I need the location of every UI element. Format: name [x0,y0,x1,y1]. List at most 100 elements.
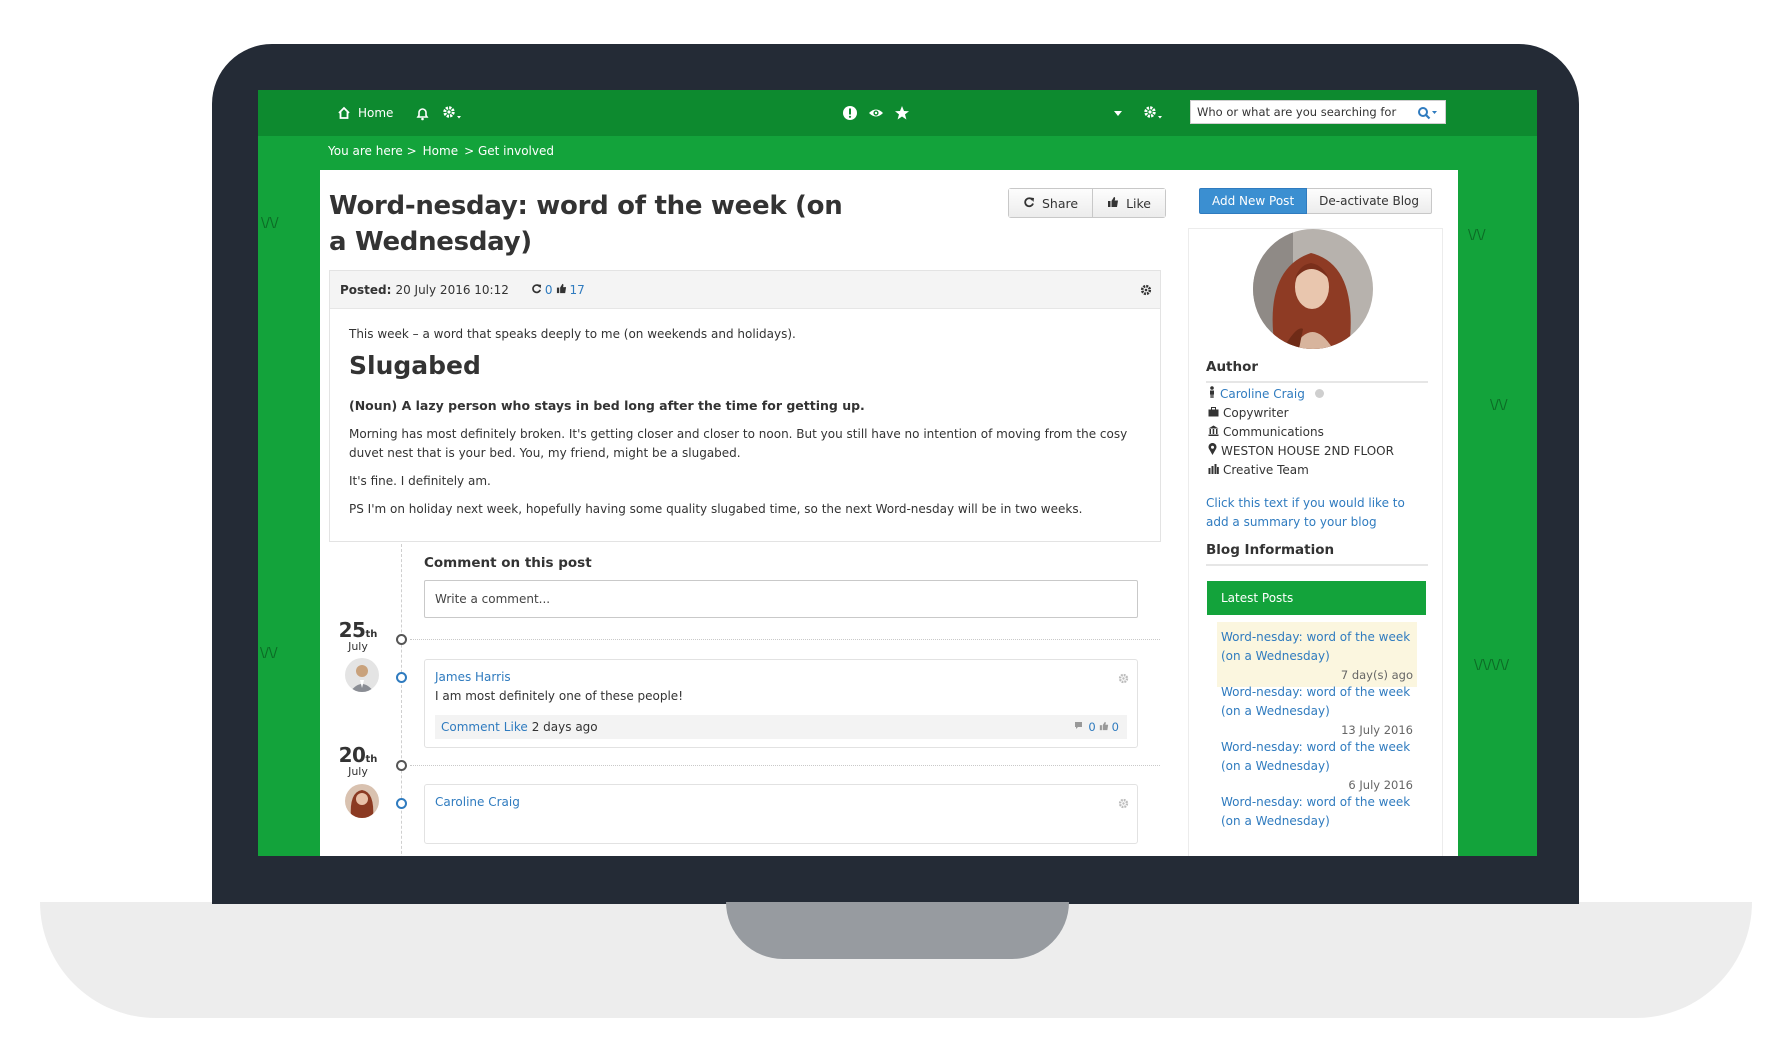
thumbs-up-icon [1107,196,1119,211]
thumbs-up-icon [1099,720,1109,734]
comment-time: 2 days ago [531,720,598,734]
laptop-notch [726,902,1069,959]
blog-actions: Add New Post De-activate Blog [1199,188,1432,214]
comment-card: Caroline Craig [424,784,1138,844]
breadcrumb-current[interactable]: > Get involved [464,144,554,158]
nav-home-label: Home [358,106,394,120]
grass-decoration: \/\/ [1468,228,1486,243]
department-row: Communications [1208,422,1394,441]
date-suffix: th [365,754,378,765]
posted-label: Posted: [340,282,392,297]
author-name-link[interactable]: Caroline Craig [1220,387,1305,401]
grass-decoration: \/\/ [1490,398,1508,413]
share-button[interactable]: Share [1009,189,1093,217]
comment-text: I am most definitely one of these people… [435,689,684,703]
user-menu-dropdown[interactable] [1113,90,1123,136]
department: Communications [1223,424,1324,439]
star-icon [894,105,910,121]
comment-like-link[interactable]: Like [504,720,528,734]
date-suffix: th [365,629,378,640]
map-marker-icon [1208,442,1217,458]
author-details: Caroline Craig Copywriter Communications [1208,384,1394,479]
location-row: WESTON HOUSE 2ND FLOOR [1208,441,1394,460]
team-icon [1208,463,1219,477]
avatar [345,658,379,692]
building-icon [1208,425,1219,439]
post-actions: Share Like [1008,188,1166,218]
post-paragraph: PS I'm on holiday next week, hopefully h… [349,502,1083,516]
timeline-node [396,634,407,645]
post-paragraph: It's fine. I definitely am. [349,474,491,488]
latest-post-item[interactable]: Word-nesday: word of the week (on a Wedn… [1217,787,1417,833]
comment-options-gear-icon[interactable] [1118,794,1129,813]
gear-icon [1143,105,1165,121]
timeline-divider [410,765,1160,766]
post-stats: 0 17 [531,283,585,297]
avatar [345,784,379,818]
search-input[interactable] [1197,105,1409,119]
caret-down-icon [1113,108,1123,118]
timeline-node [396,760,407,771]
grass-decoration: \/\/ [260,646,278,661]
post-title: Word-nesday: word of the week (on a Wedn… [329,191,843,257]
search-box [1190,100,1446,124]
deactivate-blog-button[interactable]: De-activate Blog [1307,188,1432,214]
latest-post-title[interactable]: Word-nesday: word of the week (on a Wedn… [1221,628,1413,666]
share-icon [1023,196,1035,211]
watch-button[interactable] [868,90,884,136]
breadcrumb-prefix: You are here > [328,144,417,158]
content-panel: Word-nesday: word of the week (on a Wedn… [320,170,1458,856]
share-count[interactable]: 0 [545,283,553,297]
post-options-gear-icon[interactable] [1140,284,1152,299]
comment-reply-count[interactable]: 0 [1088,720,1095,734]
latest-posts-header: Latest Posts [1207,581,1426,615]
comment-input[interactable] [424,580,1138,618]
comment-stats: 0 0 [1074,720,1119,734]
date-day: 20 [338,743,366,767]
share-label: Share [1042,195,1079,211]
comment-options-gear-icon[interactable] [1118,669,1129,688]
post-definition: (Noun) A lazy person who stays in bed lo… [349,398,865,413]
timeline-line [401,544,402,856]
like-count[interactable]: 17 [570,283,585,297]
alerts-button[interactable] [842,90,858,136]
like-count-icon [556,283,567,297]
like-label: Like [1126,195,1151,211]
admin-settings-dropdown[interactable] [1143,90,1165,136]
post-paragraph: Morning has most definitely broken. It's… [349,427,1128,460]
post-container: Posted: 20 July 2016 10:12 0 17 This wee… [329,270,1161,542]
comment-author-link[interactable]: James Harris [435,670,1127,684]
settings-dropdown[interactable] [442,90,464,136]
person-icon [1208,386,1216,401]
add-new-post-button[interactable]: Add New Post [1199,188,1308,214]
eye-icon [868,105,884,121]
breadcrumb-home-link[interactable]: Home [423,144,458,158]
like-button[interactable]: Like [1092,189,1165,217]
comment-card: James Harris I am most definitely one of… [424,659,1138,748]
comment-reply-link[interactable]: Comment [441,720,500,734]
comment-footer: Comment Like 2 days ago 0 0 [435,715,1127,739]
favourites-button[interactable] [894,90,910,136]
exclamation-icon [842,105,858,121]
add-summary-link[interactable]: Click this text if you would like to add… [1206,494,1428,532]
search-icon[interactable] [1417,105,1439,124]
blog-info-heading: Blog Information [1206,542,1428,566]
notifications-button[interactable] [415,90,430,136]
post-word-heading: Slugabed [349,351,481,380]
post-body: This week – a word that speaks deeply to… [330,309,1160,519]
timeline-node [396,672,407,683]
latest-post-title[interactable]: Word-nesday: word of the week (on a Wedn… [1221,683,1413,721]
top-navigation: Home [258,90,1537,136]
briefcase-icon [1208,406,1219,420]
date-day: 25 [338,618,366,642]
team-row: Creative Team [1208,460,1394,479]
grass-decoration: \/\/\/\/ [1474,658,1510,673]
latest-post-title[interactable]: Word-nesday: word of the week (on a Wedn… [1221,793,1413,831]
comment-author-link[interactable]: Caroline Craig [435,795,1127,809]
comments-icon [1074,720,1085,734]
nav-home-link[interactable]: Home [337,90,393,136]
timeline-node [396,798,407,809]
comment-like-count[interactable]: 0 [1112,720,1119,734]
latest-post-title[interactable]: Word-nesday: word of the week (on a Wedn… [1221,738,1413,776]
author-avatar[interactable] [1253,229,1373,349]
